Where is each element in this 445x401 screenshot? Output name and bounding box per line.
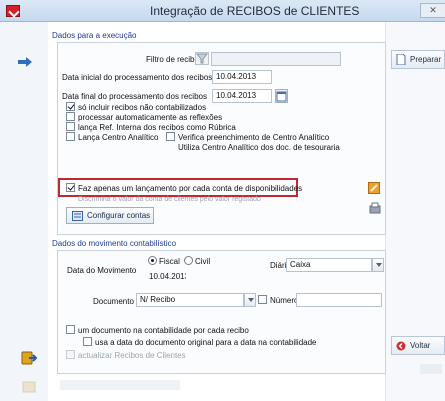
back-label: Voltar (410, 341, 431, 350)
filter-field[interactable] (211, 52, 341, 66)
document-select[interactable]: N/ Recibo (136, 293, 244, 307)
app-icon (6, 5, 20, 17)
disabled-button (420, 364, 442, 374)
document-icon (22, 381, 36, 393)
close-button[interactable]: ✕ (420, 3, 445, 18)
verify-center-label: Verifica preenchimento de Centro Analíti… (178, 133, 330, 142)
print-icon[interactable] (369, 202, 381, 216)
analytic-center-label: Lança Centro Analítico (78, 133, 159, 142)
tools-icon[interactable] (368, 182, 380, 194)
use-original-date-label: usa a data do documento original para a … (95, 338, 317, 347)
exit-icon[interactable] (21, 350, 37, 366)
analytic-center-checkbox[interactable] (66, 132, 75, 141)
arrow-right-icon (18, 57, 32, 67)
back-icon (396, 341, 406, 350)
filter-icon (195, 53, 209, 64)
end-date-input[interactable]: 10.04.2013 (212, 89, 272, 103)
internal-ref-checkbox[interactable] (66, 122, 75, 131)
configure-accounts-button[interactable]: Configurar contas (66, 207, 154, 224)
single-entry-checkbox[interactable] (66, 183, 75, 192)
movement-date-input[interactable]: 10.04.2013 (146, 271, 186, 285)
window-title: Integração de RECIBOS de CLIENTES (150, 4, 360, 18)
number-label: Número (270, 296, 299, 305)
civil-label: Civil (195, 257, 211, 266)
document-label: Documento (93, 297, 134, 306)
single-entry-label: Faz apenas um lançamento por cada conta … (78, 184, 303, 193)
journal-select[interactable]: Caixa (286, 258, 372, 272)
filter-button[interactable] (195, 52, 209, 65)
document-dropdown-button[interactable] (244, 293, 256, 307)
end-date-label: Data final do processamento dos recibos (62, 92, 207, 101)
back-button[interactable]: Voltar (391, 336, 445, 355)
number-input[interactable] (296, 293, 382, 307)
auto-reflections-checkbox[interactable] (66, 112, 75, 121)
fiscal-radio[interactable] (148, 256, 157, 265)
configure-accounts-label: Configurar contas (87, 211, 151, 220)
number-checkbox[interactable] (258, 295, 267, 304)
use-center-label: Utiliza Centro Analítico dos doc. de tes… (178, 143, 340, 152)
faded-area (60, 380, 180, 390)
prepare-button[interactable]: Preparar (391, 50, 445, 69)
title-bar: Integração de RECIBOS de CLIENTES ✕ (0, 0, 445, 22)
section-title-execution: Dados para a execução (52, 31, 137, 40)
movement-date-label: Data do Movimento (67, 266, 137, 275)
update-receipts-label: actualizar Recibos de Clientes (78, 351, 186, 360)
internal-ref-label: lança Ref. Interna dos recibos como Rúbr… (78, 123, 236, 132)
one-doc-label: um documento na contabilidade por cada r… (78, 326, 249, 335)
one-doc-checkbox[interactable] (66, 325, 75, 334)
use-original-date-checkbox[interactable] (83, 337, 92, 346)
verify-center-checkbox[interactable] (166, 132, 175, 141)
page-icon (396, 54, 406, 65)
start-date-input[interactable]: 10.04.2013 (212, 70, 272, 84)
calendar-button[interactable] (275, 89, 288, 103)
civil-radio[interactable] (184, 256, 193, 265)
calendar-icon (276, 91, 287, 102)
section-title-movement: Dados do movimento contabilístico (52, 239, 177, 248)
left-rail (0, 22, 48, 401)
discriminate-label: Discrimina o valor da conta de clientes … (78, 196, 261, 203)
auto-reflections-label: processar automaticamente as reflexões (78, 113, 223, 122)
journal-dropdown-button[interactable] (372, 258, 384, 272)
fiscal-label: Fiscal (159, 257, 180, 266)
accounts-icon (72, 210, 83, 221)
prepare-label: Preparar (410, 55, 442, 64)
update-receipts-checkbox[interactable] (66, 350, 75, 359)
start-date-label: Data inicial do processamento dos recibo… (62, 73, 213, 82)
only-uncounted-label: só incluir recibos não contabilizados (78, 103, 207, 112)
only-uncounted-checkbox[interactable] (66, 102, 75, 111)
